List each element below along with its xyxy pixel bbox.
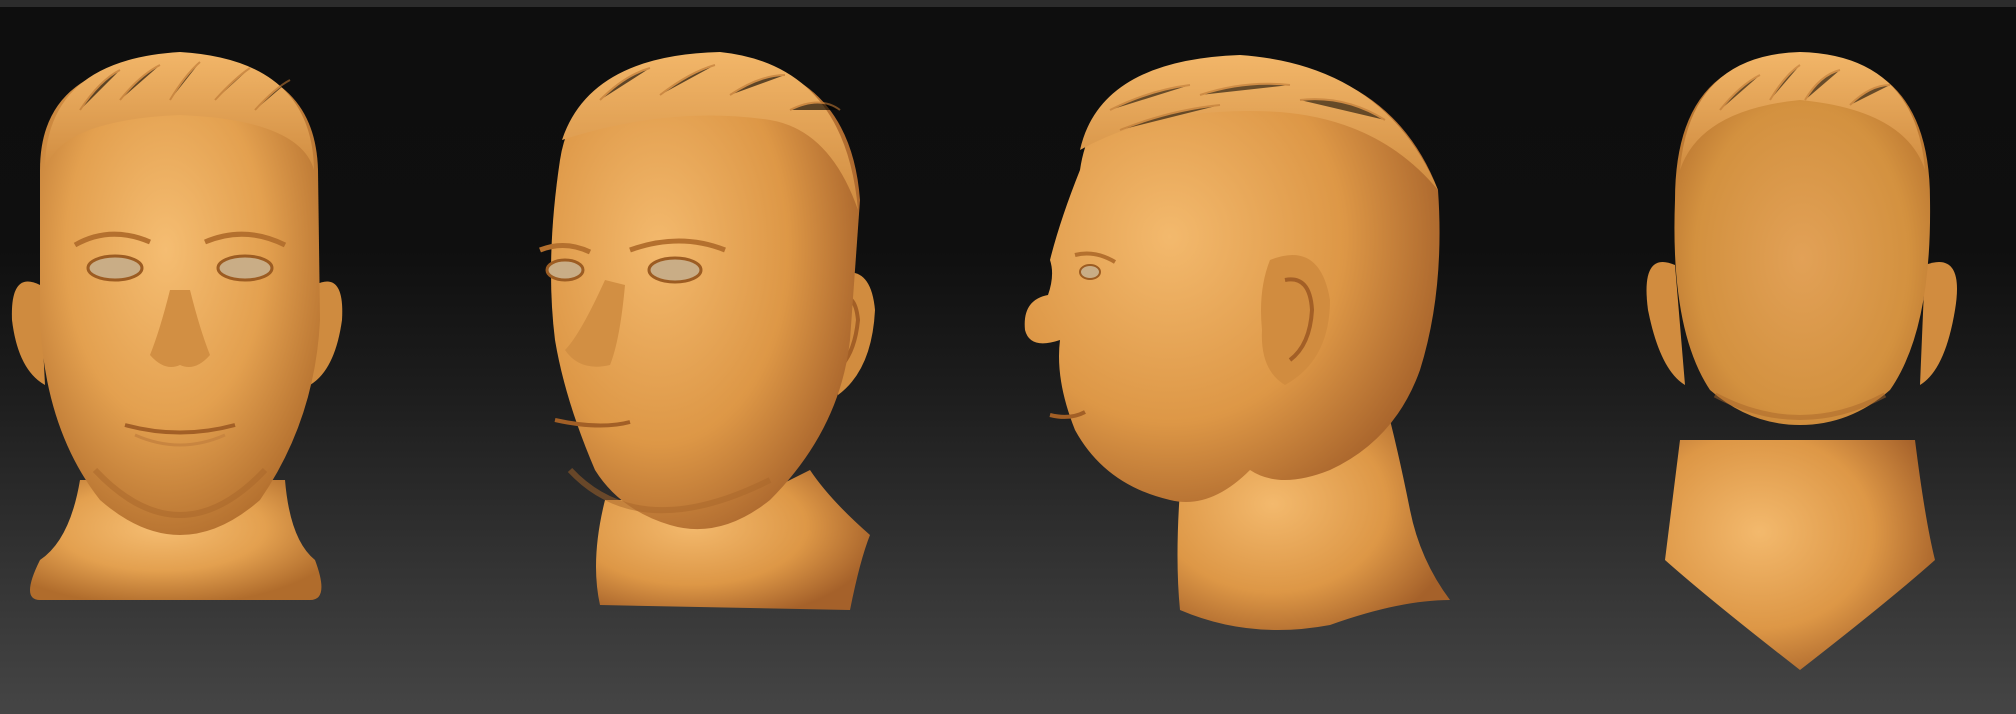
head-three-quarter-view[interactable] bbox=[520, 0, 900, 640]
head-front-view[interactable] bbox=[0, 0, 360, 640]
sculpt-viewport[interactable] bbox=[0, 0, 2016, 714]
head-back-view[interactable] bbox=[1620, 0, 2000, 680]
head-profile-view[interactable] bbox=[1000, 0, 1460, 640]
